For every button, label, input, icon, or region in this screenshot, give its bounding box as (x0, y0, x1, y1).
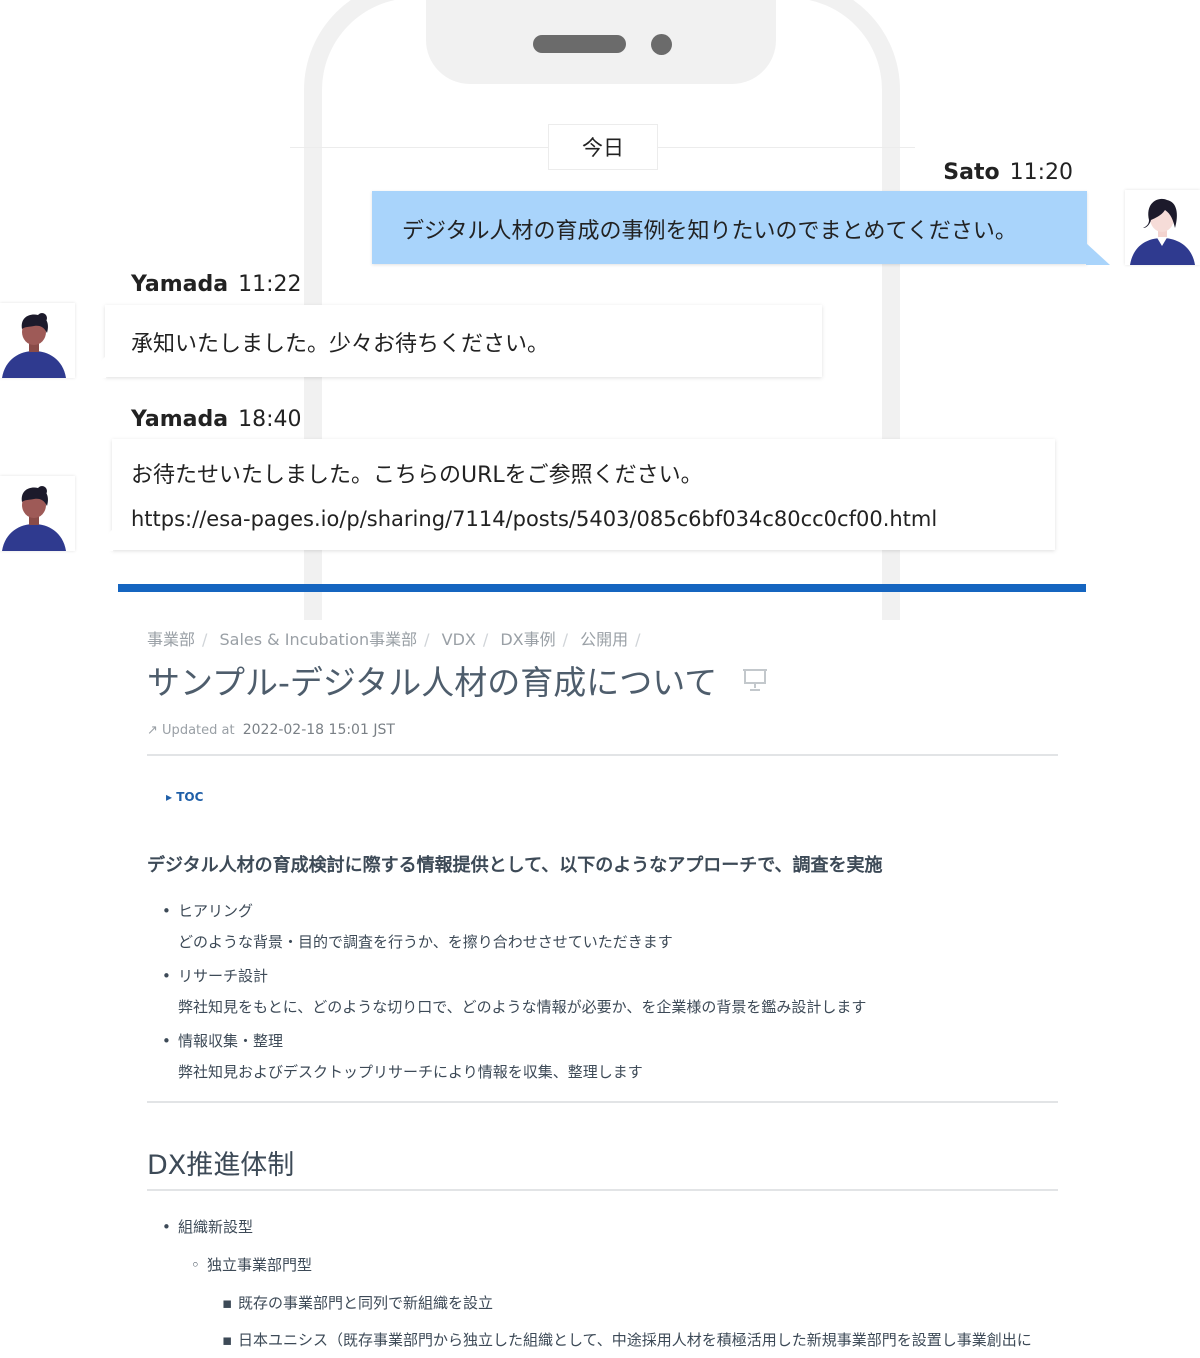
item-desc: 弊社知見をもとに、どのような切り口で、どのような情報が必要か、を企業様の背景を鑑… (178, 998, 867, 1016)
breadcrumb-item[interactable]: 事業部 (147, 630, 195, 649)
phone-camera (651, 34, 672, 55)
message-text: デジタル人材の育成の事例を知りたいのでまとめてください。 (402, 219, 1017, 244)
page-title: サンプル-デジタル人材の育成について (147, 663, 718, 702)
message-header-1: Sato 11:20 (943, 160, 1073, 185)
heading-rule (147, 1189, 1058, 1191)
message-time: 11:20 (1009, 160, 1073, 185)
updated-info: ↗ Updated at 2022-02-18 15:01 JST (147, 722, 395, 738)
item-title: リサーチ設計 (178, 967, 269, 985)
presentation-icon[interactable] (742, 666, 768, 692)
toc-toggle[interactable]: ▸ TOC (166, 790, 203, 804)
breadcrumb: 事業部 / Sales & Incubation事業部 / VDX / DX事例 / 公… (147, 630, 641, 649)
message-bubble-sent[interactable]: デジタル人材の育成の事例を知りたいのでまとめてください。 (372, 191, 1087, 264)
avatar-yamada (0, 303, 75, 378)
message-time: 18:40 (238, 407, 302, 432)
sender-name: Yamada (131, 272, 229, 297)
user-male-icon (2, 486, 66, 551)
updated-label: Updated at (162, 723, 235, 738)
title-rule (147, 754, 1058, 756)
updated-timestamp: 2022-02-18 15:01 JST (242, 722, 395, 738)
message-bubble-received[interactable]: 承知いたしました。少々お待ちください。 (105, 305, 822, 377)
lead-paragraph: デジタル人材の育成検討に際する情報提供として、以下のようなアプローチで、調査を実… (147, 855, 883, 876)
avatar-yamada (0, 476, 75, 551)
breadcrumb-item[interactable]: DX事例 (500, 630, 555, 649)
list-item: • リサーチ設計 弊社知見をもとに、どのような切り口で、どのような情報が必要か、を… (162, 967, 867, 1016)
sender-name: Yamada (131, 407, 229, 432)
toc-label: TOC (176, 790, 204, 804)
item-title: 情報収集・整理 (178, 1032, 284, 1050)
list-item: • 情報収集・整理 弊社知見およびデスクトップリサーチにより情報を収集、整理します (162, 1032, 643, 1081)
list-item-text: 既存の事業部門と同列で新組織を設立 (238, 1294, 494, 1312)
user-male-icon (2, 313, 66, 378)
item-desc: 弊社知見およびデスクトップリサーチにより情報を収集、整理します (178, 1063, 643, 1081)
breadcrumb-item[interactable]: Sales & Incubation事業部 (220, 630, 418, 649)
list-item: • ヒアリング どのような背景・目的で調査を行うか、を擦り合わせさせていただきます (162, 902, 673, 951)
bubble-tail (1086, 243, 1110, 265)
list-item: • 組織新設型 (162, 1218, 254, 1236)
message-time: 11:22 (238, 272, 302, 297)
section-heading: DX推進体制 (147, 1150, 295, 1181)
list-item-text: 組織新設型 (178, 1218, 254, 1236)
list-item-text: 日本ユニシス（既存事業部門から独立した組織として、中途採用人材を積極活用した新規… (238, 1331, 1032, 1349)
list-item: ◦ 独立事業部門型 (191, 1256, 313, 1274)
bubble-tail (89, 529, 113, 551)
caret-right-icon: ▸ (166, 790, 173, 804)
list-item-text: 独立事業部門型 (207, 1256, 313, 1274)
section-rule (147, 1101, 1058, 1103)
message-bubble-received[interactable]: お待たせいたしました。こちらのURLをご参照ください。 https://esa-… (112, 439, 1055, 550)
list-item: ▪ 日本ユニシス（既存事業部門から独立した組織として、中途採用人材を積極活用した新… (222, 1331, 1032, 1349)
sender-name: Sato (943, 160, 1000, 185)
message-header-3: Yamada 18:40 (131, 407, 302, 432)
message-text: 承知いたしました。少々お待ちください。 (131, 332, 550, 357)
list-item: ▪ 既存の事業部門と同列で新組織を設立 (222, 1294, 494, 1312)
breadcrumb-item[interactable]: VDX (442, 630, 476, 649)
message-header-2: Yamada 11:22 (131, 272, 302, 297)
edit-icon: ↗ (147, 723, 158, 738)
breadcrumb-item[interactable]: 公開用 (580, 630, 628, 649)
section-divider-bar (118, 584, 1086, 592)
message-text: お待たせいたしました。こちらのURLをご参照ください。 (131, 463, 703, 488)
item-title: ヒアリング (178, 902, 254, 920)
date-divider: 今日 (548, 124, 658, 170)
message-link[interactable]: https://esa-pages.io/p/sharing/7114/post… (131, 507, 1036, 531)
item-desc: どのような背景・目的で調査を行うか、を擦り合わせさせていただきます (178, 933, 673, 951)
user-female-icon (1130, 198, 1195, 265)
bubble-tail (82, 356, 106, 378)
phone-speaker (533, 35, 626, 53)
avatar-sato (1125, 190, 1200, 265)
